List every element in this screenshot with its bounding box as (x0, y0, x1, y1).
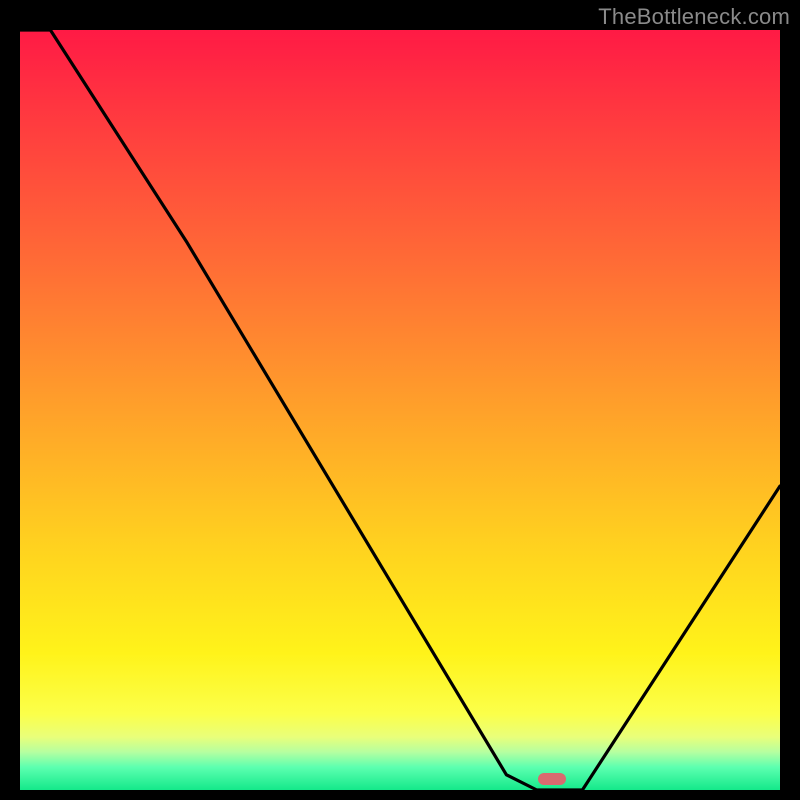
curve-svg (20, 30, 780, 790)
plot-area (20, 30, 780, 790)
bottleneck-curve (20, 30, 780, 790)
watermark-text: TheBottleneck.com (598, 4, 790, 30)
chart-frame: TheBottleneck.com (0, 0, 800, 800)
optimal-marker (538, 773, 566, 785)
